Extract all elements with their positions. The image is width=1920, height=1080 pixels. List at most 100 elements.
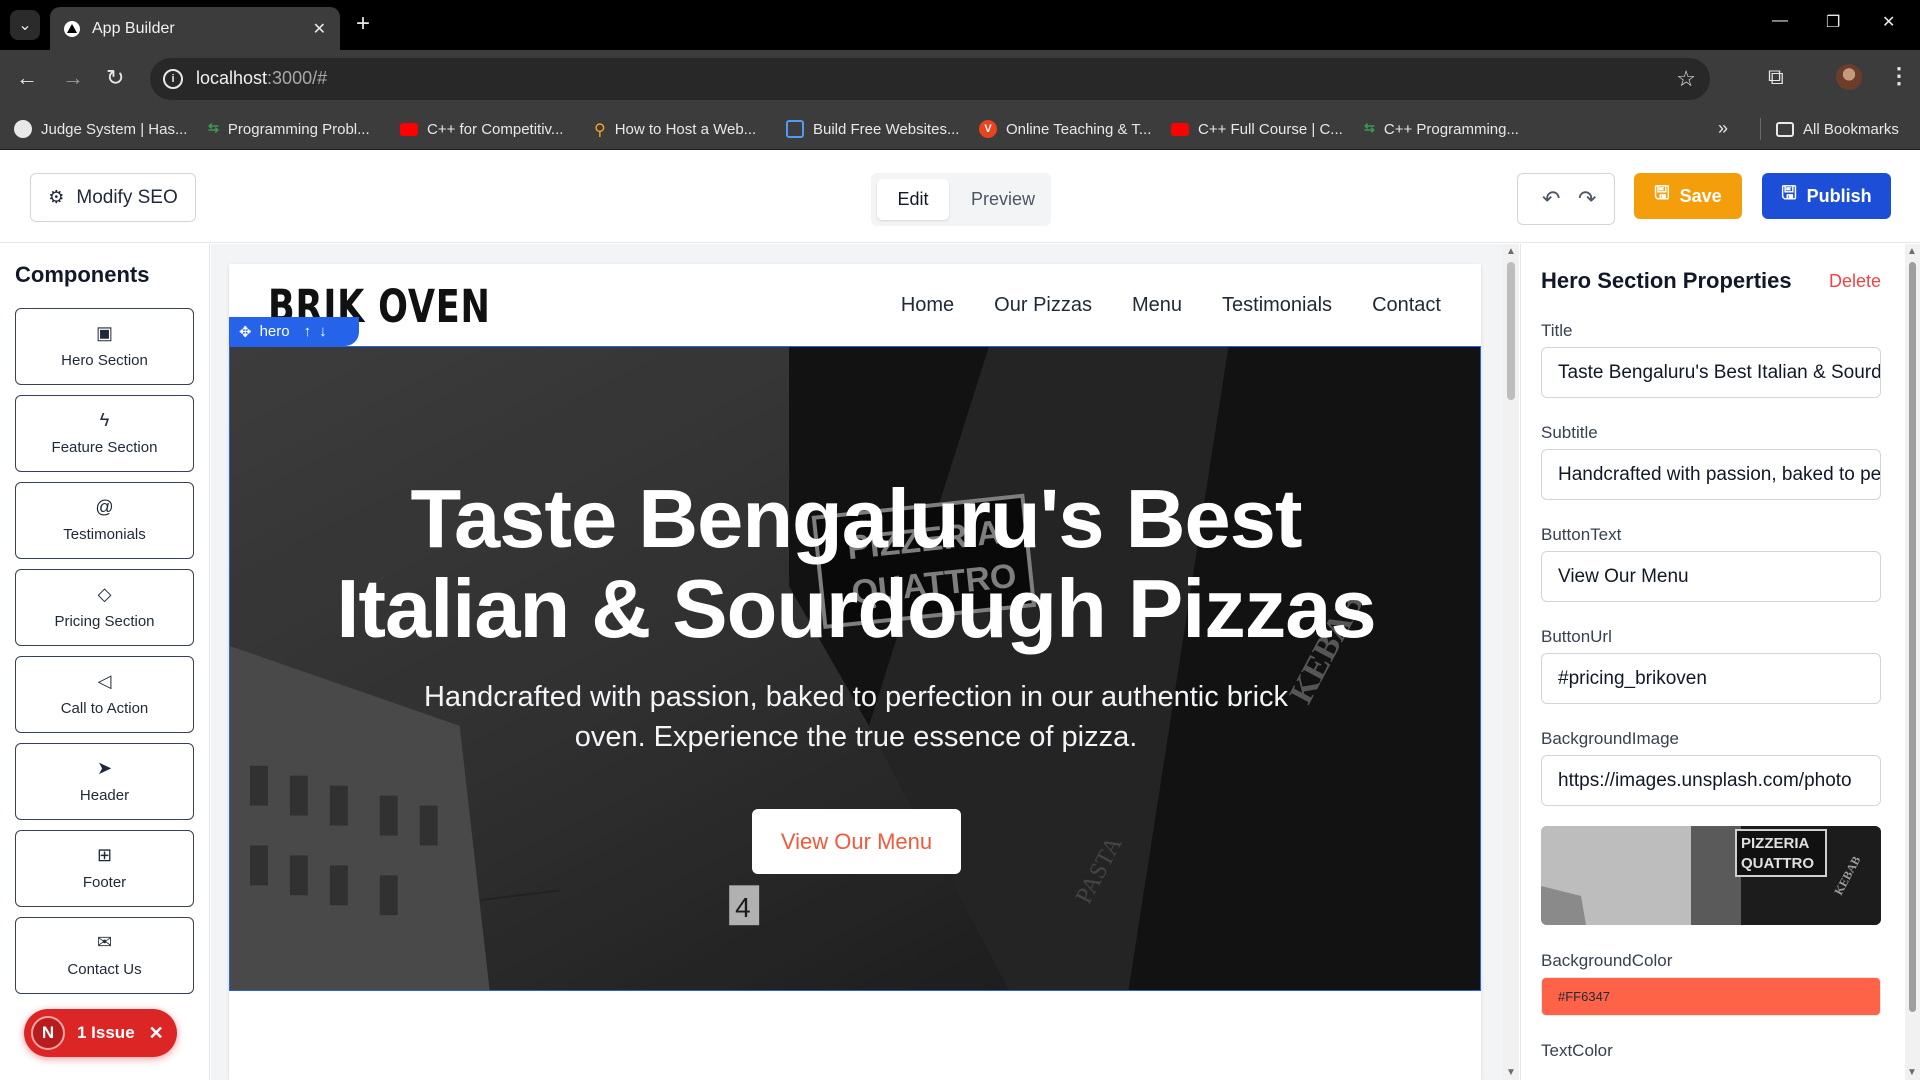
component-hero-section[interactable]: ▣ Hero Section xyxy=(15,308,194,385)
gem-icon: ◇ xyxy=(97,584,112,604)
next-logo-icon: N xyxy=(31,1016,65,1050)
nav-link-our-pizzas[interactable]: Our Pizzas xyxy=(994,294,1092,317)
hero-title-line-1: Taste Bengaluru's Best xyxy=(410,472,1303,565)
new-tab-button[interactable]: + xyxy=(356,11,370,37)
publish-icon: 🖫 xyxy=(1781,183,1797,203)
component-contact-us[interactable]: ✉ Contact Us xyxy=(15,917,194,994)
scroll-down-icon[interactable]: ▼ xyxy=(1506,1067,1516,1078)
component-feature-section[interactable]: ϟ Feature Section xyxy=(15,395,194,472)
component-pricing-section[interactable]: ◇ Pricing Section xyxy=(15,569,194,646)
preview-mode-button[interactable]: Preview xyxy=(959,179,1047,220)
bookmark-item[interactable]: Build Free Websites... xyxy=(786,108,959,150)
minimize-icon[interactable]: — xyxy=(1772,12,1788,30)
undo-redo-group: ↶ ↷ xyxy=(1517,173,1615,225)
component-label: Contact Us xyxy=(67,961,142,978)
extensions-icon[interactable]: ⧉ xyxy=(1768,64,1784,90)
scroll-up-icon[interactable]: ▲ xyxy=(1907,246,1917,257)
buttontext-input[interactable]: View Our Menu xyxy=(1541,551,1881,602)
undo-icon[interactable]: ↶ xyxy=(1542,186,1560,212)
scroll-down-icon[interactable]: ▼ xyxy=(1907,1067,1917,1078)
move-down-icon[interactable]: ↓ xyxy=(319,323,327,340)
folder-icon xyxy=(1776,121,1794,137)
close-tab-icon[interactable]: ✕ xyxy=(313,19,326,39)
more-bookmarks-icon[interactable]: » xyxy=(1718,118,1728,139)
all-bookmarks-button[interactable]: All Bookmarks xyxy=(1776,108,1899,150)
modify-seo-button[interactable]: ⚙ Modify SEO xyxy=(30,173,196,222)
scroll-up-icon[interactable]: ▲ xyxy=(1506,246,1516,257)
nav-link-home[interactable]: Home xyxy=(901,294,954,317)
issues-badge[interactable]: N 1 Issue ✕ xyxy=(24,1009,177,1057)
backgroundcolor-input[interactable]: #FF6347 xyxy=(1541,977,1881,1016)
bookmark-item[interactable]: C++ Full Course | C... xyxy=(1171,108,1343,150)
preview-image-graphic: PIZZERIA QUATTRO KEBAB xyxy=(1541,826,1881,925)
component-label: Pricing Section xyxy=(54,613,155,630)
move-icon[interactable]: ✥ xyxy=(239,323,252,341)
close-icon[interactable]: ✕ xyxy=(149,1023,164,1044)
subtitle-input[interactable]: Handcrafted with passion, baked to perfe… xyxy=(1541,449,1881,500)
navigation-icon: ➤ xyxy=(96,758,113,778)
move-up-icon[interactable]: ↑ xyxy=(304,323,312,340)
nav-link-contact[interactable]: Contact xyxy=(1372,294,1441,317)
publish-label: Publish xyxy=(1806,185,1872,206)
bookmark-label: Build Free Websites... xyxy=(813,120,960,138)
browser-menu-icon[interactable]: ⋮ xyxy=(1888,63,1910,89)
component-testimonials[interactable]: @ Testimonials xyxy=(15,482,194,559)
editor-canvas: BRIK OVEN Home Our Pizzas Menu Testimoni… xyxy=(211,244,1503,1080)
title-input[interactable]: Taste Bengaluru's Best Italian & Sourdou… xyxy=(1541,347,1881,398)
scrollbar-thumb[interactable] xyxy=(1909,262,1916,1012)
bookmark-item[interactable]: Judge System | Has... xyxy=(14,108,187,150)
hero-section-tag[interactable]: ✥ hero ↑ ↓ xyxy=(229,317,359,346)
address-bar: ← → ↻ i localhost:3000/# ☆ ⧉ ⋮ xyxy=(0,50,1920,108)
component-label: Header xyxy=(79,787,130,804)
app-builder: ⚙ Modify SEO Edit Preview ↶ ↷ 🖫 Save 🖫 P… xyxy=(0,151,1920,1080)
url-host: localhost xyxy=(196,68,268,88)
mode-toggle: Edit Preview xyxy=(871,173,1051,226)
background-image-preview: PIZZERIA QUATTRO KEBAB xyxy=(1541,826,1881,925)
hero-background-image: PIZZERIA QUATTRO KEBAB PASTA 4 xyxy=(230,347,1480,990)
save-button[interactable]: 🖫 Save xyxy=(1634,173,1742,219)
hero-section[interactable]: PIZZERIA QUATTRO KEBAB PASTA 4 Taste Ben… xyxy=(229,346,1481,991)
bookmark-item[interactable]: V Online Teaching & T... xyxy=(979,108,1151,150)
redo-icon[interactable]: ↷ xyxy=(1578,186,1596,212)
properties-scrollbar[interactable]: ▲ ▼ xyxy=(1905,244,1920,1080)
preview-sign-2: QUATTRO xyxy=(1741,855,1814,872)
tab-search-button[interactable]: ⌄ xyxy=(10,10,40,40)
nav-link-menu[interactable]: Menu xyxy=(1132,294,1182,317)
component-footer[interactable]: ⊞ Footer xyxy=(15,830,194,907)
back-icon[interactable]: ← xyxy=(16,66,38,90)
url-input[interactable]: i localhost:3000/# ☆ xyxy=(150,58,1710,100)
canvas-scrollbar[interactable]: ▲ ▼ xyxy=(1503,244,1519,1080)
component-header[interactable]: ➤ Header xyxy=(15,743,194,820)
bookmark-item[interactable]: ⚲ How to Host a Web... xyxy=(594,108,756,150)
v-icon: V xyxy=(979,120,997,138)
nav-link-testimonials[interactable]: Testimonials xyxy=(1222,294,1332,317)
scrollbar-thumb[interactable] xyxy=(1507,262,1515,400)
component-call-to-action[interactable]: ◁ Call to Action xyxy=(15,656,194,733)
textcolor-label: TextColor xyxy=(1541,1041,1613,1060)
restore-icon[interactable]: ❐ xyxy=(1826,12,1840,32)
hero-title: Taste Bengaluru's Best Italian & Sourdou… xyxy=(230,472,1480,654)
bookmark-item[interactable]: ⇆ Programming Probl... xyxy=(208,108,370,150)
megaphone-icon: ◁ xyxy=(97,671,112,691)
bookmark-item[interactable]: C++ for Competitiv... xyxy=(400,108,563,150)
browser-tab[interactable]: App Builder ✕ xyxy=(50,7,340,50)
close-window-icon[interactable]: ✕ xyxy=(1882,12,1895,32)
backgroundimage-input[interactable]: https://images.unsplash.com/photo xyxy=(1541,755,1881,806)
bookmark-label: How to Host a Web... xyxy=(614,120,757,138)
hero-cta-button[interactable]: View Our Menu xyxy=(752,809,961,874)
components-panel: Components ▣ Hero Section ϟ Feature Sect… xyxy=(0,244,210,1080)
profile-avatar[interactable] xyxy=(1836,64,1862,90)
bookmark-label: Programming Probl... xyxy=(227,120,370,138)
publish-button[interactable]: 🖫 Publish xyxy=(1762,173,1891,219)
bookmark-star-icon[interactable]: ☆ xyxy=(1676,66,1696,92)
delete-section-button[interactable]: Delete xyxy=(1829,271,1881,292)
edit-mode-button[interactable]: Edit xyxy=(877,179,949,220)
site-header[interactable]: BRIK OVEN Home Our Pizzas Menu Testimoni… xyxy=(229,264,1481,346)
forward-icon[interactable]: → xyxy=(62,66,84,90)
youtube-icon xyxy=(400,122,418,136)
site-info-icon[interactable]: i xyxy=(163,69,183,89)
bookmark-label: Judge System | Has... xyxy=(41,120,188,138)
bookmark-item[interactable]: ⇆ C++ Programming... xyxy=(1364,108,1519,150)
buttonurl-input[interactable]: #pricing_brikoven xyxy=(1541,653,1881,704)
reload-icon[interactable]: ↻ xyxy=(106,66,124,90)
